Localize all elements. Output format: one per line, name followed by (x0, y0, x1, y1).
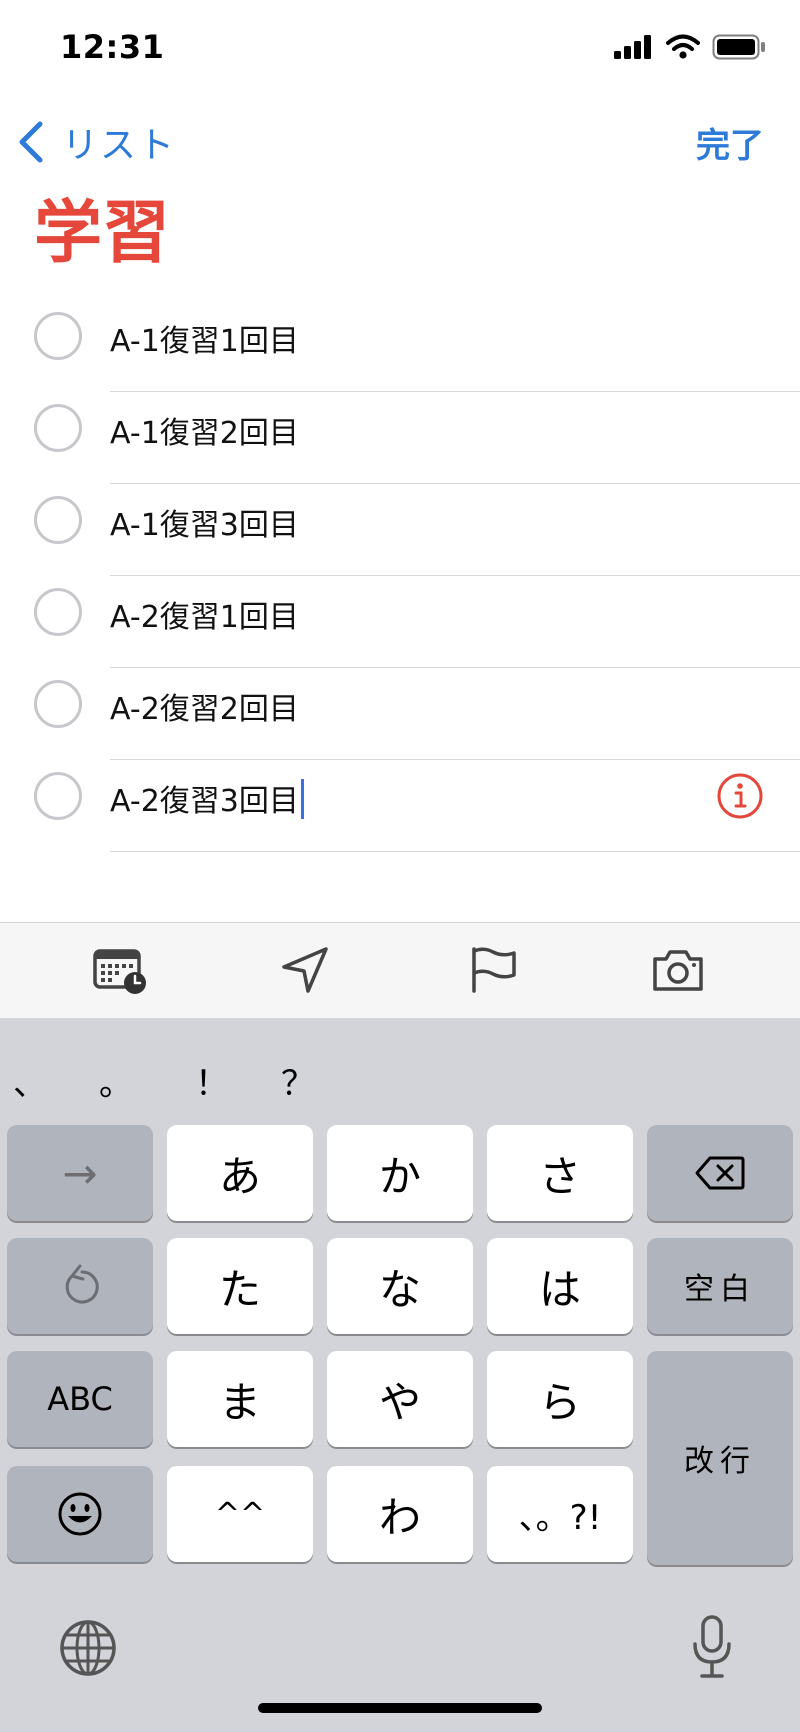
back-button[interactable]: リスト (16, 116, 176, 168)
reminder-toolbar (0, 922, 800, 1018)
punctuation-key[interactable]: 、。?! (487, 1466, 633, 1562)
home-indicator[interactable] (258, 1703, 542, 1713)
kana-key[interactable]: た (167, 1238, 313, 1334)
reminder-row[interactable]: A-1復習1回目 (0, 300, 800, 392)
flag-icon[interactable] (466, 945, 522, 995)
delete-icon (695, 1156, 745, 1190)
reminder-checkbox[interactable] (34, 312, 82, 360)
kaomoji-key[interactable]: ^^ (167, 1466, 313, 1562)
punct-key[interactable]: ！ (192, 1056, 232, 1105)
kana-key[interactable]: わ (327, 1466, 473, 1562)
japanese-keyboard: 、 。 ！ ？ → あ か さ た な は 空白 ABC ま や ら 改行 ^^… (0, 1018, 800, 1732)
undo-key[interactable] (7, 1238, 153, 1334)
emoji-key[interactable] (7, 1466, 153, 1562)
reminder-title[interactable]: A-2復習2回目 (110, 684, 299, 728)
row-divider (110, 851, 800, 852)
wifi-icon (666, 34, 700, 59)
kana-key[interactable]: か (327, 1125, 473, 1221)
reminder-checkbox[interactable] (34, 680, 82, 728)
reminder-row[interactable]: A-2復習2回目 (0, 668, 800, 760)
page-title: 学習 (34, 194, 171, 273)
punct-key[interactable]: 。 (96, 1056, 136, 1105)
abc-key[interactable]: ABC (7, 1351, 153, 1447)
arrow-right-label: → (62, 1148, 98, 1198)
kana-key[interactable]: さ (487, 1125, 633, 1221)
reminder-checkbox[interactable] (34, 588, 82, 636)
signal-icon (614, 35, 651, 59)
calendar-clock-icon[interactable] (92, 945, 148, 995)
reminder-row[interactable]: A-1復習2回目 (0, 392, 800, 484)
battery-icon (712, 34, 765, 60)
text-caret (300, 779, 304, 819)
kana-key[interactable]: は (487, 1238, 633, 1334)
done-button[interactable]: 完了 (696, 118, 764, 167)
chevron-left-icon (19, 121, 43, 163)
info-icon[interactable] (716, 772, 764, 820)
next-candidate-key[interactable]: → (7, 1125, 153, 1221)
location-arrow-icon[interactable] (278, 945, 334, 995)
reminder-title-input[interactable]: A-2復習3回目 (110, 776, 304, 820)
return-key[interactable]: 改行 (647, 1351, 793, 1565)
kana-key[interactable]: な (327, 1238, 473, 1334)
reminder-row[interactable]: A-2復習1回目 (0, 576, 800, 668)
reminder-title[interactable]: A-1復習3回目 (110, 500, 299, 544)
kana-key[interactable]: ま (167, 1351, 313, 1447)
status-icons (614, 34, 766, 60)
reminder-row[interactable]: A-1復習3回目 (0, 484, 800, 576)
camera-icon[interactable] (650, 945, 706, 995)
undo-icon (65, 1264, 99, 1304)
reminder-checkbox[interactable] (34, 496, 82, 544)
reminder-list: A-1復習1回目 A-1復習2回目 A-1復習3回目 A-2復習1回目 A-2復… (0, 300, 800, 852)
back-label: リスト (62, 125, 177, 166)
reminder-title-text: A-2復習3回目 (110, 784, 299, 819)
kana-key[interactable]: ら (487, 1351, 633, 1447)
emoji-icon (58, 1492, 102, 1536)
delete-key[interactable] (647, 1125, 793, 1221)
punct-key[interactable]: ？ (278, 1056, 318, 1105)
reminder-checkbox[interactable] (34, 772, 82, 820)
status-time: 12:31 (60, 28, 165, 66)
kana-key[interactable]: あ (167, 1125, 313, 1221)
reminder-title[interactable]: A-1復習2回目 (110, 408, 299, 452)
reminder-checkbox[interactable] (34, 404, 82, 452)
globe-icon[interactable] (58, 1618, 118, 1678)
space-key[interactable]: 空白 (647, 1238, 793, 1334)
reminder-row-editing[interactable]: A-2復習3回目 (0, 760, 800, 852)
reminder-title[interactable]: A-2復習1回目 (110, 592, 299, 636)
punct-key[interactable]: 、 (10, 1056, 50, 1105)
kana-key[interactable]: や (327, 1351, 473, 1447)
reminder-title[interactable]: A-1復習1回目 (110, 316, 299, 360)
microphone-icon[interactable] (690, 1614, 734, 1680)
